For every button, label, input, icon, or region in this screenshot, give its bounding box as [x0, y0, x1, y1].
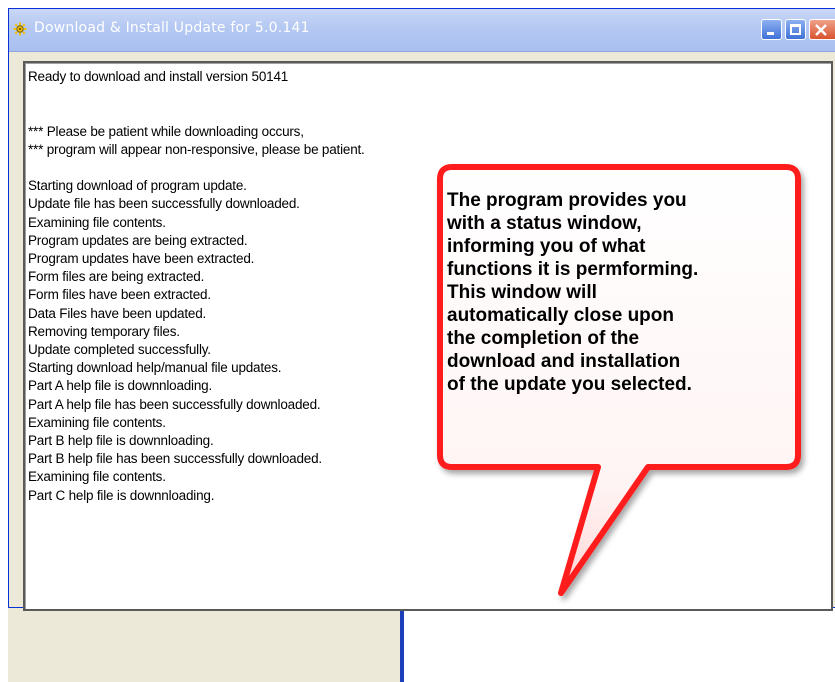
log-line: Form files have been extracted.	[28, 287, 211, 303]
callout-text-line: This window will	[447, 282, 597, 303]
log-line: Ready to download and install version 50…	[28, 69, 289, 84]
log-line: Examining file contents.	[28, 469, 166, 485]
close-icon	[815, 24, 827, 36]
log-line: Program updates are being extracted.	[28, 232, 248, 248]
log-line: Program updates have been extracted.	[28, 251, 255, 266]
callout-text-line: automatically close upon	[447, 305, 674, 326]
maximize-button[interactable]	[785, 19, 806, 40]
log-line: Starting download help/manual file updat…	[28, 360, 282, 376]
background-splitter[interactable]	[400, 606, 404, 682]
minimize-button[interactable]	[761, 19, 782, 40]
log-line: Part C help file is downnloading.	[28, 487, 215, 503]
close-button[interactable]	[809, 19, 835, 40]
callout-text-line: with a status window,	[447, 213, 642, 234]
callout-text: The program provides you with a status wi…	[447, 189, 787, 396]
log-line: Data Files have been updated.	[28, 305, 207, 321]
log-line: Part B help file has been successfully d…	[28, 451, 322, 467]
log-line: *** program will appear non-responsive, …	[28, 141, 365, 157]
callout-text-line: informing you of what	[447, 236, 646, 257]
log-line: Form files are being extracted.	[28, 269, 205, 285]
minimize-icon	[767, 32, 774, 35]
log-line: Update completed successfully.	[28, 342, 211, 357]
log-line: Removing temporary files.	[28, 323, 180, 339]
gear-icon	[13, 22, 27, 36]
window-title: Download & Install Update for 5.0.141	[34, 20, 310, 36]
title-bar[interactable]: Download & Install Update for 5.0.141	[9, 9, 835, 52]
log-line: Part A help file is downnloading.	[28, 378, 213, 394]
log-line: Starting download of program update.	[28, 178, 247, 194]
callout-text-line: of the update you selected.	[447, 374, 692, 395]
callout-text-line: the completion of the	[447, 328, 640, 349]
log-line: Part A help file has been successfully d…	[28, 396, 321, 412]
log-line: Update file has been successfully downlo…	[28, 196, 300, 212]
callout-text-line: functions it is permforming.	[447, 259, 699, 280]
log-line: Examining file contents.	[28, 414, 166, 430]
log-line: Examining file contents.	[28, 214, 166, 230]
log-line: Part B help file is downnloading.	[28, 433, 214, 448]
log-line: *** Please be patient while downloading …	[28, 123, 304, 139]
maximize-icon	[790, 24, 801, 35]
callout-text-line: The program provides you	[447, 190, 687, 211]
background-panel	[8, 606, 400, 682]
callout-text-line: download and installation	[447, 351, 681, 372]
